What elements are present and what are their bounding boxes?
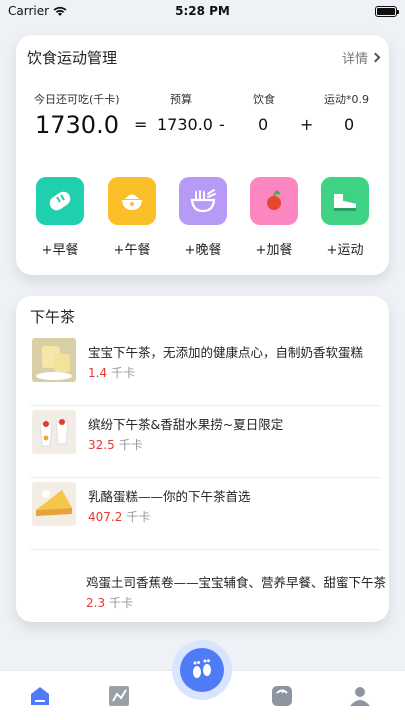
- carrier-label: Carrier: [8, 4, 50, 18]
- budget-label: 预算: [170, 93, 192, 106]
- exercise-value: 0: [344, 115, 355, 134]
- chevron-right-icon: [370, 52, 381, 63]
- remaining-value: 1730.0: [35, 111, 119, 139]
- recipe-thumbnail: [32, 410, 76, 454]
- diet-exercise-card: 饮食运动管理 详情 今日还可吃(千卡) 预算 饮食 运动*0.9 1730.0 …: [16, 35, 389, 275]
- recipe-list: 宝宝下午茶，无添加的健康点心，自制奶香软蛋糕 1.4 千卡 缤纷下午茶&香甜水果捞…: [30, 334, 386, 622]
- card-title: 饮食运动管理: [27, 49, 118, 67]
- recipe-kcal: 1.4: [88, 366, 108, 380]
- afternoon-tea-card: 下午茶 宝宝下午茶，无添加的健康点心，自制奶香软蛋糕 1.4 千卡 缤纷下午茶&香…: [16, 296, 389, 622]
- calorie-budget-row: 今日还可吃(千卡) 预算 饮食 运动*0.9 1730.0 = 1730.0 -…: [16, 91, 389, 151]
- recipe-title: 宝宝下午茶，无添加的健康点心，自制奶香软蛋糕: [88, 345, 364, 360]
- chart-icon: [109, 686, 129, 706]
- tab-scale[interactable]: [269, 683, 295, 709]
- tab-profile[interactable]: [347, 683, 373, 709]
- kcal-unit: 千卡: [111, 366, 136, 380]
- status-bar: Carrier 5:28 PM: [0, 0, 405, 22]
- apple-icon: [250, 177, 298, 225]
- recipe-title: 鸡蛋土司香蕉卷——宝宝辅食、营养早餐、甜蜜下午茶: [86, 575, 387, 590]
- bread-icon: [36, 177, 84, 225]
- dinner-label: +晚餐: [184, 243, 222, 258]
- recipe-kcal: 2.3: [86, 596, 106, 610]
- kcal-unit: 千卡: [126, 510, 151, 524]
- footprint-icon: [193, 659, 211, 678]
- list-item[interactable]: 缤纷下午茶&香甜水果捞~夏日限定 32.5 千卡: [30, 406, 381, 478]
- remaining-label: 今日还可吃(千卡): [34, 93, 120, 106]
- exercise-label-button: +运动: [326, 243, 364, 258]
- recipe-thumbnail: [32, 338, 76, 382]
- add-snack-button[interactable]: +加餐: [246, 177, 302, 258]
- recipe-kcal: 407.2: [88, 510, 123, 524]
- noodle-bowl-icon: [179, 177, 227, 225]
- tab-home[interactable]: [27, 683, 53, 709]
- section-title: 下午茶: [30, 308, 76, 326]
- home-icon: [31, 687, 49, 705]
- add-breakfast-button[interactable]: +早餐: [32, 177, 88, 258]
- add-dinner-button[interactable]: +晚餐: [175, 177, 231, 258]
- kcal-unit: 千卡: [109, 596, 134, 610]
- add-exercise-button[interactable]: +运动: [317, 177, 373, 258]
- profile-icon: [350, 687, 370, 706]
- snack-label: +加餐: [255, 243, 293, 258]
- battery-icon: [375, 5, 399, 17]
- battery-level: [377, 7, 395, 15]
- diet-label: 饮食: [253, 93, 275, 106]
- sneaker-icon: [321, 177, 369, 225]
- details-label: 详情: [341, 52, 368, 67]
- exercise-label: 运动*0.9: [324, 93, 369, 106]
- add-lunch-button[interactable]: +午餐: [104, 177, 160, 258]
- list-item[interactable]: 鸡蛋土司香蕉卷——宝宝辅食、营养早餐、甜蜜下午茶 2.3 千卡: [30, 550, 386, 622]
- recipe-kcal: 32.5: [88, 438, 115, 452]
- details-link[interactable]: 详情: [341, 48, 381, 67]
- recipe-thumbnail: [32, 482, 76, 526]
- recipe-title: 缤纷下午茶&香甜水果捞~夏日限定: [88, 417, 284, 432]
- rice-bowl-icon: [108, 177, 156, 225]
- diet-value: 0: [258, 115, 269, 134]
- tab-chart[interactable]: [106, 683, 132, 709]
- lunch-label: +午餐: [113, 243, 151, 258]
- minus-sign: -: [219, 115, 225, 134]
- scale-icon: [272, 686, 292, 706]
- kcal-unit: 千卡: [118, 438, 143, 452]
- wifi-icon: [53, 6, 67, 16]
- list-item[interactable]: 乳酪蛋糕——你的下午茶首选 407.2 千卡: [30, 478, 381, 550]
- meal-buttons: +早餐 +午餐 +晚餐 +加餐 +运动: [16, 177, 389, 261]
- plus-sign: +: [300, 115, 314, 134]
- equals-sign: =: [134, 115, 148, 134]
- footprint-button[interactable]: [172, 640, 232, 700]
- list-item[interactable]: 宝宝下午茶，无添加的健康点心，自制奶香软蛋糕 1.4 千卡: [30, 334, 381, 406]
- breakfast-label: +早餐: [41, 243, 79, 258]
- budget-value: 1730.0: [157, 115, 213, 134]
- recipe-title: 乳酪蛋糕——你的下午茶首选: [88, 489, 251, 504]
